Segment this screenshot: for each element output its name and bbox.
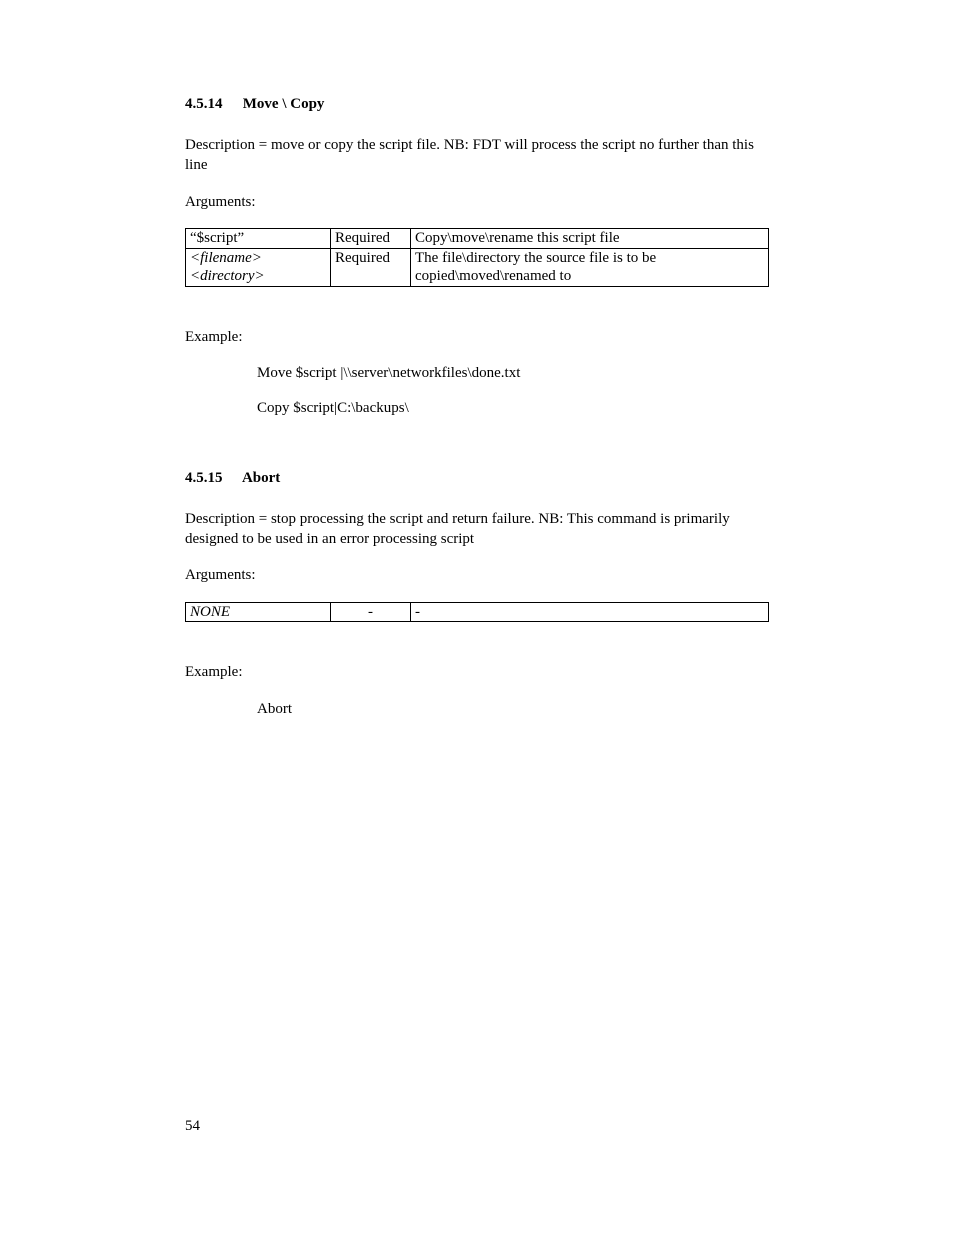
table-cell: Copy\move\rename this script file (411, 228, 769, 248)
section1-example-block: Move $script |\\server\networkfiles\done… (257, 363, 769, 418)
table-cell: The file\directory the source file is to… (411, 248, 769, 287)
table-cell: Required (331, 228, 411, 248)
section2-arguments-label: Arguments: (185, 565, 769, 585)
page-number: 54 (185, 1118, 200, 1135)
example-line: Copy $script|C:\backups\ (257, 398, 769, 418)
directory-placeholder: <directory> (190, 268, 265, 284)
section-title: Abort (242, 470, 280, 486)
section1-arguments-table: “$script” Required Copy\move\rename this… (185, 228, 769, 287)
section-heading-4-5-15: 4.5.15 Abort (185, 470, 769, 487)
filename-placeholder: <filename> (190, 250, 262, 266)
table-cell: - (411, 602, 769, 622)
page: 4.5.14 Move \ Copy Description = move or… (0, 0, 954, 1235)
section1-example-label: Example: (185, 327, 769, 347)
section2-description: Description = stop processing the script… (185, 509, 769, 550)
section-number: 4.5.15 (185, 470, 239, 487)
section1-arguments-label: Arguments: (185, 192, 769, 212)
table-cell: Required (331, 248, 411, 287)
table-cell: <filename> <directory> (186, 248, 331, 287)
table-row: <filename> <directory> Required The file… (186, 248, 769, 287)
table-cell: “$script” (186, 228, 331, 248)
example-line: Abort (257, 699, 769, 719)
section2-arguments-table: NONE - - (185, 602, 769, 623)
table-row: NONE - - (186, 602, 769, 622)
section2-example-label: Example: (185, 662, 769, 682)
section1-description: Description = move or copy the script fi… (185, 135, 769, 176)
section2-example-block: Abort (257, 699, 769, 719)
section-number: 4.5.14 (185, 96, 239, 113)
table-row: “$script” Required Copy\move\rename this… (186, 228, 769, 248)
section-title: Move \ Copy (243, 96, 325, 112)
section-heading-4-5-14: 4.5.14 Move \ Copy (185, 96, 769, 113)
table-cell: - (331, 602, 411, 622)
example-line: Move $script |\\server\networkfiles\done… (257, 363, 769, 383)
table-cell: NONE (186, 602, 331, 622)
